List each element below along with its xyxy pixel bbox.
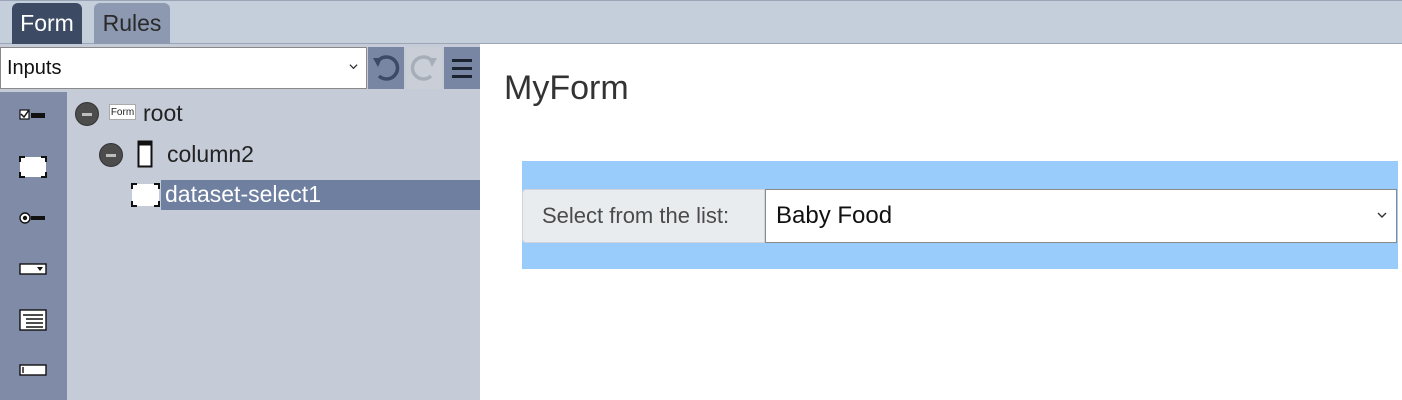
input-category-select[interactable]: Inputs <box>0 47 367 89</box>
chevron-down-icon <box>1377 212 1387 218</box>
collapse-root-icon[interactable] <box>75 102 99 126</box>
select-input-icon[interactable] <box>17 155 49 179</box>
tab-rules[interactable]: Rules <box>94 3 170 44</box>
radio-input-icon[interactable] <box>17 206 49 230</box>
redo-icon <box>410 55 437 81</box>
list-input-icon[interactable] <box>17 308 49 332</box>
undo-icon <box>373 55 400 81</box>
chevron-down-icon <box>349 64 358 70</box>
page-title: MyForm <box>504 69 629 107</box>
field-label: Select from the list: <box>522 189 765 243</box>
builder-sidebar: Inputs Form root column2 dataset-select1 <box>0 44 480 400</box>
tab-form[interactable]: Form <box>12 3 82 44</box>
component-palette <box>0 92 67 400</box>
tree-node-selected-label: dataset-select1 <box>165 181 321 207</box>
dropdown-input-icon[interactable] <box>17 257 49 281</box>
selected-field-container[interactable]: Select from the list: Baby Food <box>522 161 1398 269</box>
form-badge-icon: Form <box>109 104 136 120</box>
checkbox-input-icon[interactable] <box>17 104 49 128</box>
text-input-icon[interactable] <box>17 358 49 382</box>
tree-node-selected[interactable]: dataset-select1 <box>161 180 480 210</box>
undo-button[interactable] <box>368 47 404 89</box>
hamburger-menu-icon <box>452 59 472 78</box>
input-category-value: Inputs <box>7 57 62 79</box>
top-tab-bar: Form Rules <box>0 0 1402 44</box>
tree-node-column[interactable]: column2 <box>167 140 254 168</box>
component-tree: Form root column2 dataset-select1 <box>67 92 480 400</box>
select-node-icon <box>131 183 160 207</box>
menu-button[interactable] <box>444 47 480 89</box>
column-icon <box>137 140 153 168</box>
dataset-select[interactable]: Baby Food <box>765 189 1397 243</box>
dataset-select-value: Baby Food <box>776 202 893 229</box>
collapse-column-icon[interactable] <box>99 143 123 167</box>
redo-button[interactable] <box>406 47 442 89</box>
tree-node-root[interactable]: root <box>143 99 183 127</box>
form-preview: MyForm Select from the list: Baby Food <box>480 44 1402 400</box>
